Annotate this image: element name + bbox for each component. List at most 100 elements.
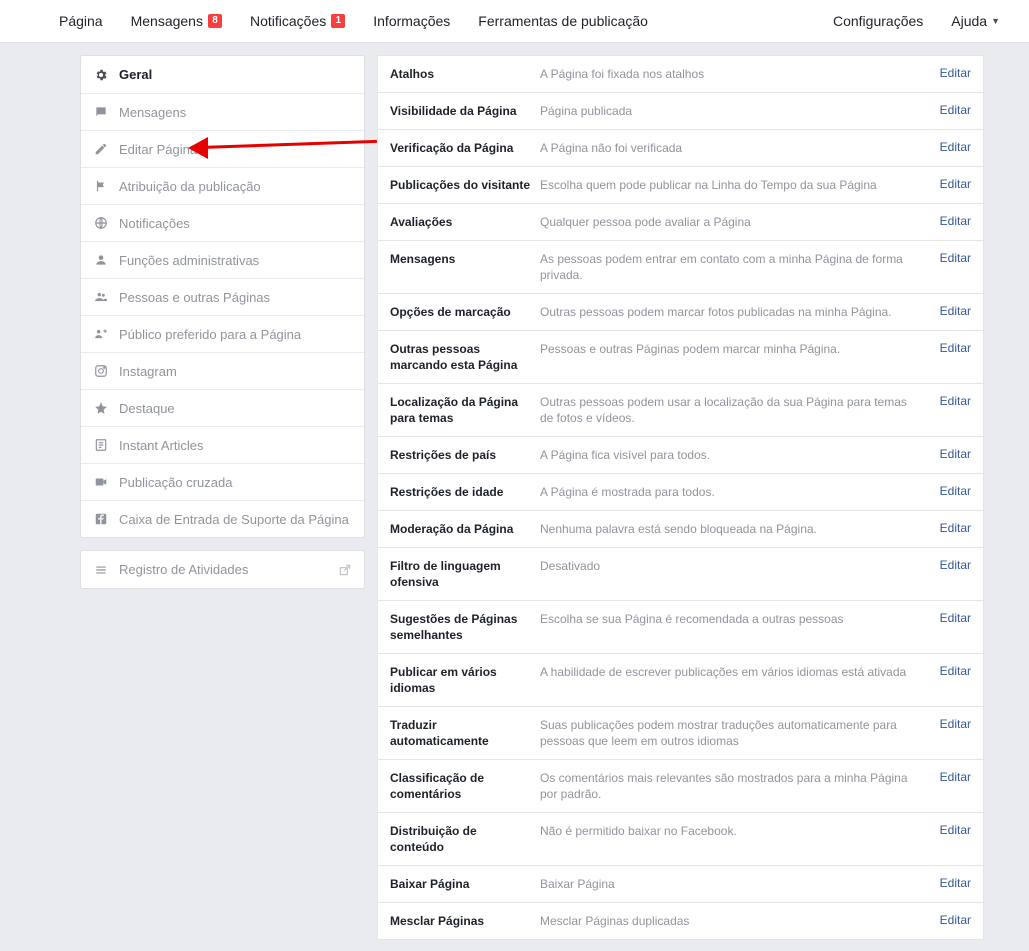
- sidebar-item-publicacao-cruzada[interactable]: Publicação cruzada: [81, 463, 364, 500]
- edit-link[interactable]: Editar: [931, 394, 971, 408]
- sidebar-item-label: Editar Página: [119, 142, 197, 157]
- settings-row[interactable]: Visibilidade da PáginaPágina publicadaEd…: [377, 92, 984, 130]
- settings-row[interactable]: Publicações do visitanteEscolha quem pod…: [377, 166, 984, 204]
- settings-row-label: Restrições de idade: [390, 484, 540, 500]
- sidebar-item-label: Destaque: [119, 401, 175, 416]
- settings-row[interactable]: Restrições de paísA Página fica visível …: [377, 436, 984, 474]
- external-link-icon: [338, 563, 352, 577]
- edit-link[interactable]: Editar: [931, 251, 971, 265]
- settings-row-desc: Qualquer pessoa pode avaliar a Página: [540, 214, 931, 230]
- settings-row[interactable]: Baixar PáginaBaixar PáginaEditar: [377, 865, 984, 903]
- edit-link[interactable]: Editar: [931, 304, 971, 318]
- nav-ajuda[interactable]: Ajuda▼: [937, 0, 1014, 42]
- settings-row[interactable]: AvaliaçõesQualquer pessoa pode avaliar a…: [377, 203, 984, 241]
- settings-row-label: Restrições de país: [390, 447, 540, 463]
- sidebar-item-editar-pagina[interactable]: Editar Página: [81, 130, 364, 167]
- target-audience-icon: [93, 326, 109, 342]
- settings-list: AtalhosA Página foi fixada nos atalhosEd…: [377, 55, 984, 939]
- nav-mensagens[interactable]: Mensagens8: [117, 0, 236, 42]
- settings-row-label: Outras pessoas marcando esta Página: [390, 341, 540, 373]
- settings-row[interactable]: Sugestões de Páginas semelhantesEscolha …: [377, 600, 984, 654]
- edit-link[interactable]: Editar: [931, 214, 971, 228]
- nav-pagina[interactable]: Página: [45, 0, 117, 42]
- edit-link[interactable]: Editar: [931, 177, 971, 191]
- nav-ferramentas[interactable]: Ferramentas de publicação: [464, 0, 662, 42]
- edit-link[interactable]: Editar: [931, 876, 971, 890]
- settings-row[interactable]: Localização da Página para temasOutras p…: [377, 383, 984, 437]
- edit-link[interactable]: Editar: [931, 447, 971, 461]
- sidebar-item-atribuicao[interactable]: Atribuição da publicação: [81, 167, 364, 204]
- settings-row-label: Atalhos: [390, 66, 540, 82]
- sidebar-item-funcoes[interactable]: Funções administrativas: [81, 241, 364, 278]
- settings-row[interactable]: Restrições de idadeA Página é mostrada p…: [377, 473, 984, 511]
- sidebar-item-instant-articles[interactable]: Instant Articles: [81, 426, 364, 463]
- settings-row-desc: A habilidade de escrever publicações em …: [540, 664, 931, 680]
- settings-row[interactable]: Mesclar PáginasMesclar Páginas duplicada…: [377, 902, 984, 940]
- edit-link[interactable]: Editar: [931, 913, 971, 927]
- edit-link[interactable]: Editar: [931, 140, 971, 154]
- edit-link[interactable]: Editar: [931, 103, 971, 117]
- edit-link[interactable]: Editar: [931, 611, 971, 625]
- edit-link[interactable]: Editar: [931, 664, 971, 678]
- settings-row-desc: Escolha quem pode publicar na Linha do T…: [540, 177, 931, 193]
- settings-row-label: Mesclar Páginas: [390, 913, 540, 929]
- settings-row[interactable]: Verificação da PáginaA Página não foi ve…: [377, 129, 984, 167]
- settings-row-label: Traduzir automaticamente: [390, 717, 540, 749]
- edit-link[interactable]: Editar: [931, 66, 971, 80]
- settings-row-label: Mensagens: [390, 251, 540, 267]
- settings-row-label: Classificação de comentários: [390, 770, 540, 802]
- edit-link[interactable]: Editar: [931, 770, 971, 784]
- people-icon: [93, 289, 109, 305]
- sidebar-item-label: Instagram: [119, 364, 177, 379]
- sidebar-item-label: Pessoas e outras Páginas: [119, 290, 270, 305]
- nav-label: Ferramentas de publicação: [478, 13, 648, 29]
- sidebar-item-geral[interactable]: Geral: [81, 56, 364, 93]
- sidebar-item-label: Caixa de Entrada de Suporte da Página: [119, 512, 349, 527]
- settings-row-desc: Desativado: [540, 558, 931, 574]
- settings-row[interactable]: Classificação de comentáriosOs comentári…: [377, 759, 984, 813]
- settings-row[interactable]: MensagensAs pessoas podem entrar em cont…: [377, 240, 984, 294]
- settings-row[interactable]: Moderação da PáginaNenhuma palavra está …: [377, 510, 984, 548]
- settings-row-label: Avaliações: [390, 214, 540, 230]
- top-nav: Página Mensagens8 Notificações1 Informaç…: [0, 0, 1029, 43]
- settings-row[interactable]: AtalhosA Página foi fixada nos atalhosEd…: [377, 55, 984, 93]
- settings-row[interactable]: Publicar em vários idiomasA habilidade d…: [377, 653, 984, 707]
- edit-link[interactable]: Editar: [931, 558, 971, 572]
- settings-row-desc: Nenhuma palavra está sendo bloqueada na …: [540, 521, 931, 537]
- sidebar-item-pessoas[interactable]: Pessoas e outras Páginas: [81, 278, 364, 315]
- badge: 8: [208, 14, 222, 28]
- gear-icon: [93, 67, 109, 83]
- sidebar-item-publico[interactable]: Público preferido para a Página: [81, 315, 364, 352]
- flag-icon: [93, 178, 109, 194]
- edit-link[interactable]: Editar: [931, 341, 971, 355]
- settings-row-desc: Outras pessoas podem marcar fotos public…: [540, 304, 931, 320]
- settings-row[interactable]: Filtro de linguagem ofensivaDesativadoEd…: [377, 547, 984, 601]
- sidebar-item-notificacoes[interactable]: Notificações: [81, 204, 364, 241]
- sidebar-item-suporte[interactable]: Caixa de Entrada de Suporte da Página: [81, 500, 364, 537]
- sidebar-item-registro[interactable]: Registro de Atividades: [81, 551, 364, 588]
- caret-down-icon: ▼: [991, 16, 1000, 26]
- edit-link[interactable]: Editar: [931, 484, 971, 498]
- settings-row[interactable]: Outras pessoas marcando esta PáginaPesso…: [377, 330, 984, 384]
- edit-link[interactable]: Editar: [931, 823, 971, 837]
- settings-row-label: Moderação da Página: [390, 521, 540, 537]
- sidebar-item-instagram[interactable]: Instagram: [81, 352, 364, 389]
- nav-informacoes[interactable]: Informações: [359, 0, 464, 42]
- settings-row-desc: Página publicada: [540, 103, 931, 119]
- settings-row[interactable]: Traduzir automaticamenteSuas publicações…: [377, 706, 984, 760]
- settings-row[interactable]: Distribuição de conteúdoNão é permitido …: [377, 812, 984, 866]
- edit-link[interactable]: Editar: [931, 717, 971, 731]
- pencil-icon: [93, 141, 109, 157]
- sidebar-item-destaque[interactable]: Destaque: [81, 389, 364, 426]
- settings-row-desc: Os comentários mais relevantes são mostr…: [540, 770, 931, 802]
- nav-notificacoes[interactable]: Notificações1: [236, 0, 359, 42]
- settings-row[interactable]: Opções de marcaçãoOutras pessoas podem m…: [377, 293, 984, 331]
- nav-configuracoes[interactable]: Configurações: [819, 0, 937, 42]
- sidebar-item-mensagens[interactable]: Mensagens: [81, 93, 364, 130]
- article-icon: [93, 437, 109, 453]
- edit-link[interactable]: Editar: [931, 521, 971, 535]
- nav-label: Notificações: [250, 13, 326, 29]
- settings-row-desc: Não é permitido baixar no Facebook.: [540, 823, 931, 839]
- instagram-icon: [93, 363, 109, 379]
- settings-row-desc: A Página não foi verificada: [540, 140, 931, 156]
